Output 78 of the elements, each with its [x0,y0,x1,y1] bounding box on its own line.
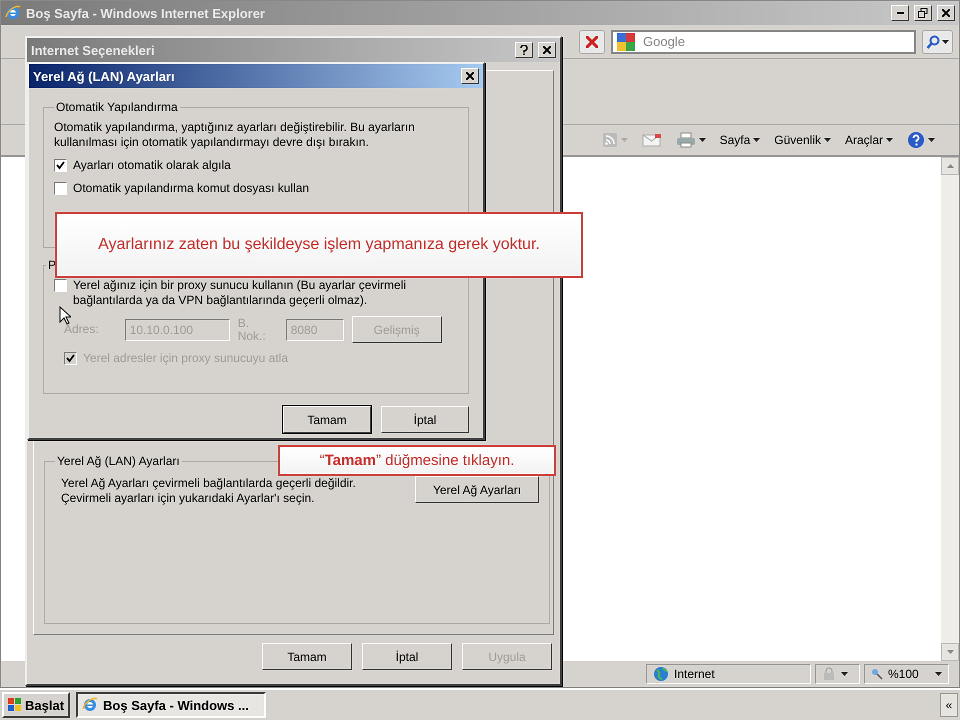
dialog-title: Internet Seçenekleri [31,42,156,58]
caret-icon [946,650,954,654]
dialog-button[interactable]: Tamam [283,406,371,433]
port-label: B. Nok.: [238,316,267,342]
address-label: Adres: [64,323,99,336]
caret-icon [753,138,760,142]
scroll-up-button[interactable] [941,157,959,175]
mouse-cursor-icon [59,306,71,325]
caret-icon [928,138,935,142]
dialog-button[interactable]: İptal [381,406,469,433]
close-icon [466,72,474,80]
search-button[interactable] [922,30,953,54]
envelope-icon [642,133,662,147]
caret-icon [841,672,848,676]
caret-icon [886,138,893,142]
caret-icon [698,138,706,142]
dialog-button[interactable]: İptal [362,643,452,670]
mail-button[interactable] [640,131,664,149]
printer-icon [676,132,696,148]
caret-up-icon [946,164,954,168]
stop-button[interactable] [579,30,605,54]
menu-button[interactable]: Araçlar [842,131,895,149]
taskbar-button[interactable]: Boş Sayfa - Windows ... [76,692,266,718]
feed-icon [602,132,618,148]
auto-config-description: Otomatik yapılandırma, yaptığınız ayarları değiştirebilir. Bu ayarların kullanılması için otomatik yapılandırmayı devre dışı bırakın. [54,120,416,150]
group-label: Yerel Ağ (LAN) Ayarları [56,454,181,468]
restore-icon [918,8,928,18]
group-label: P [47,258,58,272]
zoom-icon [871,668,883,680]
callout-note: Ayarlarınız zaten bu şekildeyse işlem yapmanıza gerek yoktur. [55,212,583,278]
lan-description: Yerel Ağ Ayarları çevirmeli bağlantılarda geçerli değildir. Çevirmeli ayarları için yukarıdaki Ayarlar'ı seçin. [61,476,357,506]
caret-icon [620,138,628,142]
minimize-icon [896,12,904,14]
close-button[interactable] [538,42,556,58]
checkbox-label: Yerel adresler için proxy sunucuyu atla [83,351,288,366]
minimize-button[interactable] [891,5,909,21]
window-title: Boş Sayfa - Windows Internet Explorer [26,6,266,20]
checkbox-label: Ayarları otomatik olarak algıla [73,158,231,173]
help-button[interactable] [515,42,533,58]
checkbox[interactable] [54,279,67,292]
search-field[interactable]: Google [611,30,916,54]
checkbox[interactable] [54,159,67,172]
start-button[interactable]: Başlat [2,692,70,718]
caret-icon [942,40,949,44]
group-label: Otomatik Yapılandırma [55,100,179,114]
close-icon [942,9,950,17]
checkbox-label: Otomatik yapılandırma komut dosyası kullan [73,181,310,196]
menu-button[interactable]: Güvenlik [772,131,833,149]
help-icon [907,131,925,149]
zone-label: Internet [674,667,715,681]
checkbox-label: Yerel ağınız için bir proxy sunucu kullanın (Bu ayarlar çevirmeli bağlantılarda ya da VPN bağlantılarında geçerli olmaz). [73,278,408,308]
globe-icon [653,666,669,682]
callout-note: “Tamam” düğmesine tıklayın. [278,445,556,476]
dialog-title: Yerel Ağ (LAN) Ayarları [33,68,176,84]
browser-logo-icon [82,697,98,713]
close-icon [586,36,598,48]
question-mark-icon [520,45,528,55]
search-icon [926,34,940,48]
scroll-down-button[interactable] [941,643,959,661]
dialog-button[interactable]: Tamam [262,643,352,670]
restore-button[interactable] [914,5,932,21]
close-icon [543,46,551,54]
menu-button[interactable]: Sayfa [718,131,762,149]
search-provider-icon [617,32,635,50]
caret-icon [935,672,942,676]
windows-flag-icon [8,698,22,712]
checkmark-icon [66,354,75,363]
checkbox[interactable] [54,182,67,195]
checkmark-icon [56,161,65,170]
caret-icon [824,138,831,142]
browser-logo-icon [5,5,21,21]
tray-toggle-button[interactable]: « [940,693,958,717]
lock-icon [822,667,836,681]
help-button[interactable] [905,129,937,151]
lan-settings-button[interactable]: Yerel Ağ Ayarları [415,476,539,503]
search-input[interactable]: Google [641,33,910,50]
close-button[interactable] [461,68,479,84]
close-button[interactable] [937,5,955,21]
